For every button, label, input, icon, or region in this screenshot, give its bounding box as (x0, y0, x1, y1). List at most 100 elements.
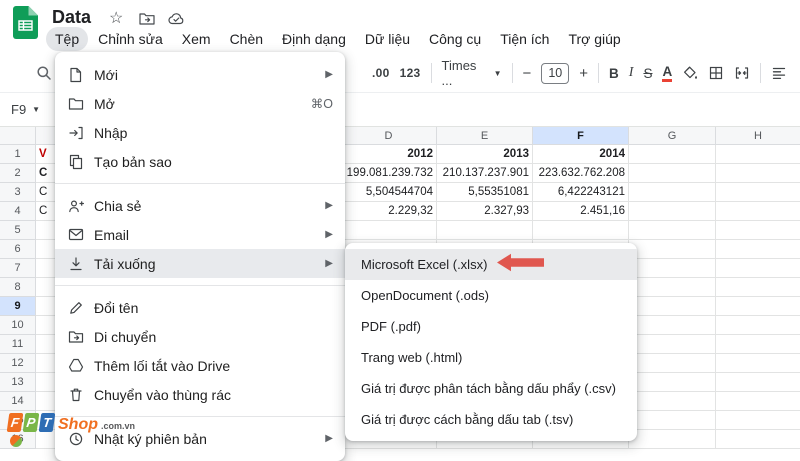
menu-item-rename[interactable]: Đổi tên (55, 293, 345, 322)
cell-H16[interactable] (716, 430, 800, 449)
submenu-item-html[interactable]: Trang web (.html) (345, 342, 637, 373)
column-header-F[interactable]: F (533, 127, 629, 145)
cell-D3[interactable]: 5,504544704 (341, 183, 437, 202)
search-icon[interactable] (36, 65, 52, 81)
row-header-4[interactable]: 4 (0, 202, 36, 221)
row-header-10[interactable]: 10 (0, 316, 36, 335)
menu-item-move-to-trash[interactable]: Chuyển vào thùng rác (55, 380, 345, 409)
submenu-item-xlsx[interactable]: Microsoft Excel (.xlsx) (345, 249, 637, 280)
cell-D1[interactable]: 2012 (341, 145, 437, 164)
menu-item-import[interactable]: Nhập (55, 118, 345, 147)
column-header-G[interactable]: G (629, 127, 716, 145)
fill-color-button[interactable] (682, 65, 698, 81)
cell-F2[interactable]: 223.632.762.208 (533, 164, 629, 183)
menu-chinh-sua[interactable]: Chỉnh sửa (89, 27, 172, 51)
submenu-item-pdf[interactable]: PDF (.pdf) (345, 311, 637, 342)
row-header-6[interactable]: 6 (0, 240, 36, 259)
row-header-3[interactable]: 3 (0, 183, 36, 202)
cell-H1[interactable] (716, 145, 800, 164)
cell-D2[interactable]: 199.081.239.732 (341, 164, 437, 183)
increase-decimal-button[interactable]: .00 (372, 66, 390, 80)
row-header-9[interactable]: 9 (0, 297, 36, 316)
row-header-14[interactable]: 14 (0, 392, 36, 411)
cell-H10[interactable] (716, 316, 800, 335)
font-size-input[interactable]: 10 (541, 62, 570, 84)
menu-tien-ich[interactable]: Tiện ích (491, 27, 558, 51)
cell-G1[interactable] (629, 145, 716, 164)
cell-H4[interactable] (716, 202, 800, 221)
move-folder-icon[interactable] (139, 12, 155, 26)
menu-item-email[interactable]: Email ▶ (55, 220, 345, 249)
cell-G12[interactable] (629, 354, 716, 373)
cell-G2[interactable] (629, 164, 716, 183)
row-header-7[interactable]: 7 (0, 259, 36, 278)
row-header-5[interactable]: 5 (0, 221, 36, 240)
cell-H12[interactable] (716, 354, 800, 373)
menu-item-new[interactable]: Mới ▶ (55, 60, 345, 89)
cell-G9[interactable] (629, 297, 716, 316)
menu-item-add-shortcut-drive[interactable]: Thêm lối tắt vào Drive (55, 351, 345, 380)
italic-button[interactable]: I (629, 65, 634, 81)
menu-item-open[interactable]: Mở ⌘O (55, 89, 345, 118)
cell-D4[interactable]: 2.229,32 (341, 202, 437, 221)
decrease-font-size-button[interactable]: − (523, 65, 532, 82)
menu-item-make-copy[interactable]: Tạo bản sao (55, 147, 345, 176)
cell-G14[interactable] (629, 392, 716, 411)
row-header-12[interactable]: 12 (0, 354, 36, 373)
cell-G8[interactable] (629, 278, 716, 297)
cell-G13[interactable] (629, 373, 716, 392)
row-header-13[interactable]: 13 (0, 373, 36, 392)
cloud-status-icon[interactable] (168, 12, 185, 25)
merge-cells-button[interactable] (734, 65, 750, 81)
bold-button[interactable]: B (609, 66, 619, 81)
sheets-logo-icon[interactable] (13, 6, 38, 39)
menu-dinh-dang[interactable]: Định dạng (273, 27, 355, 51)
cell-E5[interactable] (437, 221, 533, 240)
cell-G11[interactable] (629, 335, 716, 354)
menu-cong-cu[interactable]: Công cụ (420, 27, 490, 51)
cell-E3[interactable]: 5,55351081 (437, 183, 533, 202)
cell-E1[interactable]: 2013 (437, 145, 533, 164)
column-header-H[interactable]: H (716, 127, 800, 145)
cell-E4[interactable]: 2.327,93 (437, 202, 533, 221)
submenu-item-tsv[interactable]: Giá trị được cách bằng dấu tab (.tsv) (345, 404, 637, 435)
cell-G15[interactable] (629, 411, 716, 430)
cell-G3[interactable] (629, 183, 716, 202)
cell-F4[interactable]: 2.451,16 (533, 202, 629, 221)
menu-item-download[interactable]: Tải xuống ▶ (55, 249, 345, 278)
menu-tep[interactable]: Tệp (46, 27, 89, 51)
more-formats-button[interactable]: 123 (400, 66, 421, 80)
cell-H6[interactable] (716, 240, 800, 259)
cell-H7[interactable] (716, 259, 800, 278)
menu-xem[interactable]: Xem (173, 27, 220, 51)
menu-tro-giup[interactable]: Trợ giúp (559, 27, 629, 51)
menu-item-move[interactable]: Di chuyển (55, 322, 345, 351)
cell-H13[interactable] (716, 373, 800, 392)
cell-G6[interactable] (629, 240, 716, 259)
row-header-11[interactable]: 11 (0, 335, 36, 354)
cell-H8[interactable] (716, 278, 800, 297)
column-header-E[interactable]: E (437, 127, 533, 145)
borders-button[interactable] (708, 65, 724, 81)
cell-H9[interactable] (716, 297, 800, 316)
cell-D5[interactable] (341, 221, 437, 240)
column-header-D[interactable]: D (341, 127, 437, 145)
cell-E2[interactable]: 210.137.237.901 (437, 164, 533, 183)
cell-H3[interactable] (716, 183, 800, 202)
cell-F1[interactable]: 2014 (533, 145, 629, 164)
cell-H2[interactable] (716, 164, 800, 183)
increase-font-size-button[interactable]: + (579, 65, 588, 82)
cell-F5[interactable] (533, 221, 629, 240)
cell-G16[interactable] (629, 430, 716, 449)
cell-G5[interactable] (629, 221, 716, 240)
menu-item-share[interactable]: Chia sẻ ▶ (55, 191, 345, 220)
cell-G7[interactable] (629, 259, 716, 278)
row-header-2[interactable]: 2 (0, 164, 36, 183)
select-all-corner[interactable] (0, 127, 36, 145)
font-family-select[interactable]: Times ... ▼ (442, 58, 502, 88)
document-title[interactable]: Data (52, 7, 91, 28)
menu-du-lieu[interactable]: Dữ liệu (356, 27, 419, 51)
submenu-item-csv[interactable]: Giá trị được phân tách bằng dấu phẩy (.c… (345, 373, 637, 404)
menu-chen[interactable]: Chèn (221, 27, 272, 51)
submenu-item-ods[interactable]: OpenDocument (.ods) (345, 280, 637, 311)
